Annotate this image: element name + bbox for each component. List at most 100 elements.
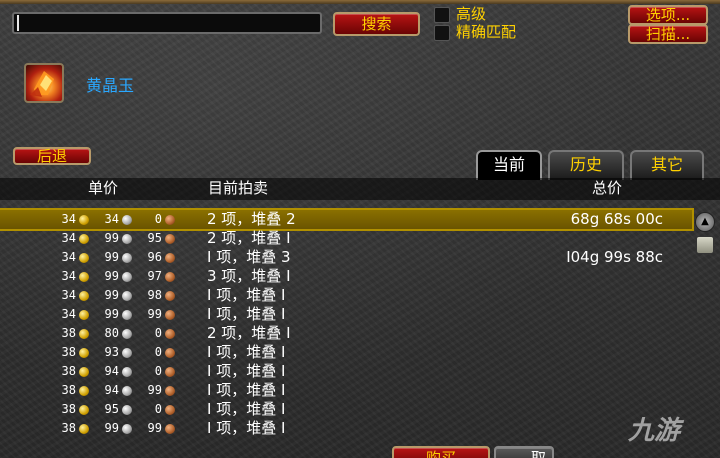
item-name[interactable]: 黄晶玉	[86, 72, 134, 96]
exact-match-checkbox[interactable]	[434, 25, 450, 41]
copper-coin-icon	[165, 367, 175, 377]
auction-row[interactable]: 38 80 0 2 项，堆叠 I	[0, 324, 692, 343]
auction-description: I 项，堆叠 I	[207, 343, 286, 361]
gold-amount: 38	[58, 400, 92, 419]
copper-value: 96	[147, 250, 162, 264]
auction-row[interactable]: 34 99 97 3 项，堆叠 I	[0, 267, 692, 286]
copper-value: 0	[154, 212, 162, 226]
options-button[interactable]: 选项...	[628, 5, 708, 25]
gold-coin-icon	[79, 215, 89, 225]
gold-coin-icon	[79, 424, 89, 434]
copper-value: 0	[154, 326, 162, 340]
gold-value: 38	[61, 326, 76, 340]
auction-list: 34 34 0 2 项，堆叠 2 68g 68s 00c 34 99 95 2 项，堆叠 I 34…	[0, 208, 694, 438]
auction-description: I 项，堆叠 3	[207, 248, 291, 266]
gold-coin-icon	[79, 405, 89, 415]
gold-amount: 34	[58, 248, 92, 267]
copper-coin-icon	[165, 291, 175, 301]
silver-value: 93	[104, 345, 119, 359]
total-price: 68g 68s 00c	[570, 210, 663, 228]
advanced-checkbox[interactable]	[434, 7, 450, 23]
auction-row[interactable]: 38 94 0 I 项，堆叠 I	[0, 362, 692, 381]
gold-coin-icon	[79, 310, 89, 320]
gold-amount: 38	[58, 381, 92, 400]
auction-row[interactable]: 38 95 0 I 项，堆叠 I	[0, 400, 692, 419]
copper-value: 95	[147, 231, 162, 245]
auction-row[interactable]: 34 34 0 2 项，堆叠 2 68g 68s 00c	[0, 208, 694, 231]
cancel-button[interactable]: 取	[494, 446, 554, 458]
copper-coin-icon	[165, 215, 175, 225]
copper-coin-icon	[165, 310, 175, 320]
site-watermark: 九游	[628, 416, 681, 446]
silver-amount: 99	[101, 229, 135, 248]
gold-value: 38	[61, 402, 76, 416]
auction-row[interactable]: 38 99 99 I 项，堆叠 I	[0, 419, 692, 438]
copper-value: 99	[147, 383, 162, 397]
tab-current[interactable]: 当前	[476, 150, 542, 180]
auction-description: I 项，堆叠 I	[207, 419, 286, 437]
silver-coin-icon	[122, 215, 132, 225]
silver-value: 99	[104, 421, 119, 435]
scroll-up-arrow-icon[interactable]: ▲	[695, 212, 715, 232]
unit-price-header[interactable]: 单价	[88, 178, 118, 198]
auction-row[interactable]: 34 99 96 I 项，堆叠 3 I04g 99s 88c	[0, 248, 692, 267]
auction-row[interactable]: 34 99 98 I 项，堆叠 I	[0, 286, 692, 305]
silver-amount: 99	[101, 267, 135, 286]
auction-frame: 搜索 高级 精确匹配 选项... 扫描... 黄晶玉 后退 当前 历史 其它 单…	[0, 0, 720, 458]
auction-description: I 项，堆叠 I	[207, 400, 286, 418]
auction-row[interactable]: 38 93 0 I 项，堆叠 I	[0, 343, 692, 362]
copper-value: 98	[147, 288, 162, 302]
copper-value: 0	[154, 364, 162, 378]
auction-row[interactable]: 38 94 99 I 项，堆叠 I	[0, 381, 692, 400]
copper-value: 97	[147, 269, 162, 283]
copper-amount: 99	[144, 381, 178, 400]
copper-amount: 0	[144, 324, 178, 343]
total-price: I04g 99s 88c	[566, 248, 663, 266]
auction-description: I 项，堆叠 I	[207, 381, 286, 399]
copper-amount: 98	[144, 286, 178, 305]
auction-row[interactable]: 34 99 95 2 项，堆叠 I	[0, 229, 692, 248]
copper-coin-icon	[165, 386, 175, 396]
tab-other[interactable]: 其它	[630, 150, 704, 180]
current-auction-header[interactable]: 目前拍卖	[208, 178, 268, 198]
silver-coin-icon	[122, 367, 132, 377]
gold-coin-icon	[79, 291, 89, 301]
silver-value: 80	[104, 326, 119, 340]
silver-value: 99	[104, 269, 119, 283]
gold-coin-icon	[79, 348, 89, 358]
gem-icon[interactable]	[24, 63, 64, 103]
silver-amount: 99	[101, 286, 135, 305]
silver-value: 99	[104, 307, 119, 321]
copper-value: 99	[147, 421, 162, 435]
silver-coin-icon	[122, 272, 132, 282]
auction-description: 2 项，堆叠 I	[207, 229, 291, 247]
silver-amount: 34	[101, 210, 135, 229]
silver-amount: 99	[101, 305, 135, 324]
copper-coin-icon	[165, 405, 175, 415]
silver-value: 95	[104, 402, 119, 416]
auction-description: 3 项，堆叠 I	[207, 267, 291, 285]
frame-top-border	[0, 0, 720, 4]
back-button[interactable]: 后退	[13, 147, 91, 165]
buy-button[interactable]: 购买	[392, 446, 490, 458]
gold-value: 34	[61, 212, 76, 226]
tab-history[interactable]: 历史	[548, 150, 624, 180]
silver-coin-icon	[122, 234, 132, 244]
silver-coin-icon	[122, 424, 132, 434]
gold-value: 34	[61, 269, 76, 283]
copper-amount: 97	[144, 267, 178, 286]
gold-amount: 34	[58, 305, 92, 324]
gold-amount: 34	[58, 267, 92, 286]
auction-row[interactable]: 34 99 99 I 项，堆叠 I	[0, 305, 692, 324]
scan-button[interactable]: 扫描...	[628, 24, 708, 44]
search-button[interactable]: 搜索	[333, 12, 420, 36]
gold-value: 38	[61, 364, 76, 378]
scrollbar-thumb[interactable]	[696, 236, 714, 254]
search-input[interactable]	[12, 12, 322, 34]
silver-coin-icon	[122, 310, 132, 320]
copper-amount: 99	[144, 419, 178, 438]
gold-value: 38	[61, 345, 76, 359]
advanced-label: 高级	[456, 5, 487, 23]
total-price-header[interactable]: 总价	[592, 178, 622, 198]
copper-value: 99	[147, 307, 162, 321]
